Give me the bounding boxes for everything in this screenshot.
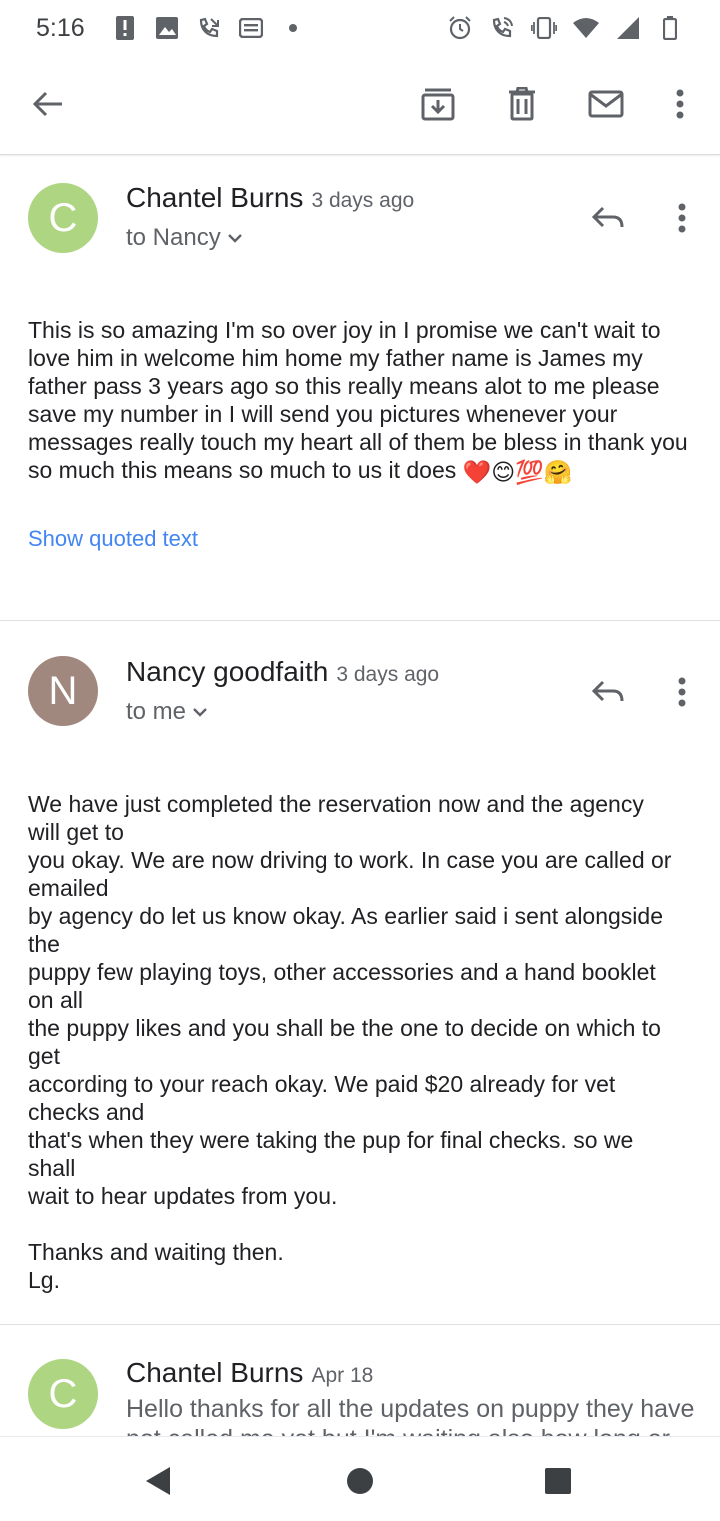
avatar-letter: N [48,668,78,713]
archive-button[interactable] [414,80,462,128]
email-message[interactable]: C Chantel Burns 3 days ago to Nancy This … [0,156,720,620]
alarm-icon [446,14,474,42]
status-left: 5:16 [36,14,307,43]
nav-recents-button[interactable] [534,1457,582,1505]
back-arrow-icon [32,91,62,117]
mark-unread-button[interactable] [582,80,630,128]
reply-button[interactable] [584,194,632,242]
more-vert-icon [676,89,684,119]
message-snippet: Hello thanks for all the updates on pupp… [126,1395,695,1436]
email-message-collapsed[interactable]: C Chantel Burns Apr 18 Hello thanks for a… [0,1326,720,1436]
sender-name: Nancy goodfaith [126,656,329,687]
chevron-down-icon [193,708,207,717]
recipient-label: to me [126,698,187,725]
battery-icon [656,14,684,42]
more-options-button[interactable] [656,80,704,128]
message-date: 3 days ago [311,189,415,212]
nav-back-icon [146,1467,170,1495]
recipient-toggle[interactable]: to me [126,698,208,726]
back-button[interactable] [24,80,72,128]
message-date: Apr 18 [311,1364,374,1387]
delete-icon [509,87,535,121]
status-time: 5:16 [36,13,85,42]
nav-recents-icon [545,1468,571,1494]
avatar[interactable]: N [28,656,98,726]
sender-name: Chantel Burns [126,1357,304,1388]
nav-back-button[interactable] [134,1457,182,1505]
delete-button[interactable] [498,80,546,128]
reply-icon [591,206,624,228]
system-nav-bar [0,1436,720,1521]
message-body: This is so amazing I'm so over joy in I … [28,316,698,486]
toolbar [0,56,720,155]
missed-call-icon [195,14,223,42]
recipient-label: to Nancy [126,224,221,251]
reply-icon [591,680,624,702]
sender-line: Chantel Burns Apr 18 [126,1357,373,1389]
heart-emoji: ❤️ [462,458,492,485]
show-quoted-link[interactable]: Show quoted text [28,526,198,552]
avatar[interactable]: C [28,1359,98,1429]
nav-home-button[interactable] [336,1457,384,1505]
sender-line: Nancy goodfaith 3 days ago [126,656,439,688]
image-icon [153,14,181,42]
hundred-emoji: 💯 [515,458,544,485]
dot-icon [279,14,307,42]
smile-emoji: 😊 [491,458,516,485]
mark-unread-icon [588,90,624,118]
message-more-button[interactable] [658,668,706,716]
hug-emoji: 🤗 [543,458,573,485]
more-vert-icon [678,677,686,707]
status-bar: 5:16 [0,0,720,56]
archive-icon [421,88,455,121]
avatar[interactable]: C [28,183,98,253]
signal-icon [614,14,642,42]
chevron-down-icon [227,234,242,243]
message-icon [237,14,265,42]
message-date: 3 days ago [336,663,440,686]
avatar-letter: C [48,1371,78,1416]
sender-name: Chantel Burns [126,182,304,213]
reply-button[interactable] [584,668,632,716]
more-vert-icon [678,203,686,233]
wifi-icon [572,14,600,42]
recipient-toggle[interactable]: to Nancy [126,224,243,252]
message-divider [0,1324,720,1325]
message-body-text: This is so amazing I'm so over joy in I … [28,317,688,483]
sender-line: Chantel Burns 3 days ago [126,182,414,214]
email-message[interactable]: N Nancy goodfaith 3 days ago to me We hav… [0,630,720,1322]
wifi-call-icon [488,14,516,42]
vibrate-icon [530,14,558,42]
message-divider [0,620,720,621]
message-more-button[interactable] [658,194,706,242]
nav-home-icon [347,1468,373,1494]
alert-icon [111,14,139,42]
message-body: We have just completed the reservation n… [28,791,672,1293]
avatar-letter: C [48,195,78,240]
status-right [446,14,684,42]
